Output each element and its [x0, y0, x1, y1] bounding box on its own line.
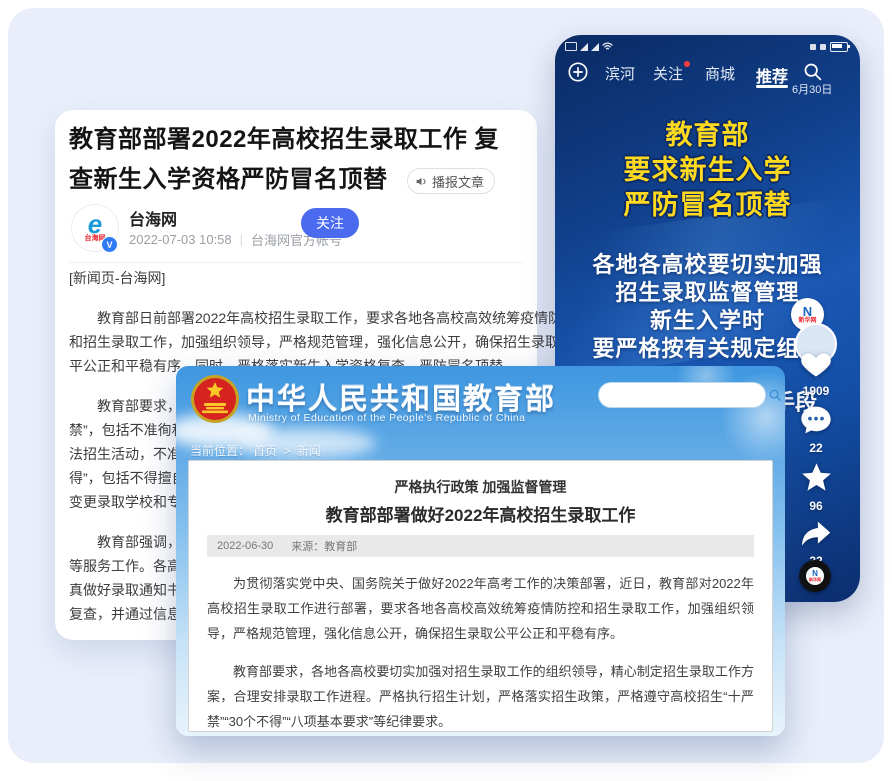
breadcrumb-label: 当前位置： — [190, 444, 250, 458]
gov-article-paragraph: 为贯彻落实党中央、国务院关于做好2022年高考工作的决策部署，近日，教育部对20… — [207, 571, 754, 646]
video-headline-line: 严防冒名顶替 — [555, 183, 860, 222]
article-line: 禁”，包括不准徇私 — [69, 418, 186, 442]
broadcast-label: 播报文章 — [432, 172, 484, 191]
divider — [69, 262, 523, 263]
publish-date: 2022-07-03 10:58 — [129, 232, 232, 247]
wifi-icon — [602, 42, 613, 51]
publisher-name[interactable]: 台海网 — [129, 206, 177, 230]
add-button[interactable] — [567, 61, 589, 88]
status-left-icons — [565, 42, 613, 51]
active-tab-underline — [756, 85, 788, 88]
top-navigation: 滨河 关注 商城 推荐 6月30日 — [555, 59, 860, 99]
tab-follow-label: 关注 — [653, 66, 683, 83]
speaker-icon — [415, 175, 428, 188]
video-headline-line: 教育部 — [555, 113, 860, 152]
action-rail: 1909 22 96 32 — [793, 347, 839, 575]
follow-button[interactable]: 关注 — [301, 208, 359, 238]
gov-article-title: 教育部部署做好2022年高校招生录取工作 — [189, 501, 772, 526]
meta-divider: | — [240, 232, 243, 247]
breadcrumb-home-link[interactable]: 首页 — [253, 444, 277, 458]
gov-article-date: 2022-06-30 — [217, 540, 273, 552]
favorite-button[interactable] — [793, 462, 839, 498]
gov-search-box[interactable] — [598, 382, 766, 408]
publisher-row: e 台海网 V 台海网 2022-07-03 10:58 | 台海网官方帐号 关… — [71, 204, 521, 256]
search-icon[interactable] — [802, 61, 823, 87]
tab-follow[interactable]: 关注 — [653, 63, 683, 84]
broadcast-article-button[interactable]: 播报文章 — [407, 168, 495, 194]
share-button[interactable] — [793, 520, 839, 553]
gov-search-input[interactable] — [609, 385, 768, 405]
signal-icon — [591, 43, 599, 51]
status-bar — [555, 39, 860, 55]
gov-article-box: 严格执行政策 加强监督管理 教育部部署做好2022年高校招生录取工作 2022-… — [188, 460, 773, 732]
gov-website-card: 中华人民共和国教育部 Ministry of Education of the … — [176, 366, 785, 736]
gov-site-subtitle: Ministry of Education of the People's Re… — [248, 412, 525, 424]
notification-dot — [684, 61, 690, 67]
gov-article-source: 来源：教育部 — [291, 538, 357, 554]
gov-article-meta-bar: 2022-06-30 来源：教育部 — [207, 535, 754, 557]
verified-badge: V — [101, 236, 118, 253]
article-line: 和招生录取工作，加强组织领导，严格规范管理，强化信息公开，确保招生录取公 — [69, 330, 573, 354]
video-headline-line: 要求新生入学 — [555, 148, 860, 187]
comment-count: 22 — [793, 441, 839, 455]
hd-icon — [565, 42, 577, 51]
national-emblem — [190, 374, 240, 424]
article-line: 得”，包括不得擅自 — [69, 466, 186, 490]
gov-article-paragraph: 教育部要求，各地各高校要切实加强对招生录取工作的组织领导，精心制定招生录取工作方… — [207, 659, 754, 732]
gov-article-kicker: 严格执行政策 加强监督管理 — [189, 477, 772, 497]
xinhua-disc-logo: N 新华网 — [806, 567, 824, 585]
publisher-disc-avatar[interactable]: N 新华网 — [799, 560, 831, 592]
bluetooth-icon — [820, 44, 826, 50]
status-right-icons — [810, 42, 848, 52]
screenshot-collage: 教育部部署2022年高校招生录取工作 复查新生入学资格严防冒名顶替 播报文章 e… — [0, 0, 892, 781]
favorite-count: 96 — [793, 499, 839, 513]
signal-icon — [580, 43, 588, 51]
tab-recommend[interactable]: 推荐 — [756, 63, 788, 87]
comment-button[interactable] — [793, 405, 839, 440]
breadcrumb: 当前位置：首页 > 新闻 — [190, 442, 324, 459]
search-icon[interactable] — [768, 388, 782, 402]
like-button[interactable] — [793, 347, 839, 383]
battery-icon — [830, 42, 848, 52]
nfc-icon — [810, 44, 816, 50]
taihai-logo-glyph: e — [88, 213, 102, 235]
xinhua-initial: N — [803, 305, 812, 318]
xinhua-name: 新华网 — [809, 578, 821, 582]
tab-binhe[interactable]: 滨河 — [605, 63, 635, 84]
article-tagline: [新闻页-台海网] — [69, 266, 165, 290]
breadcrumb-section-link[interactable]: 新闻 — [297, 444, 321, 458]
article-line: 教育部日前部署2022年高校招生录取工作，要求各地各高校高效统筹疫情防控 — [69, 306, 576, 330]
breadcrumb-separator: > — [283, 444, 290, 458]
like-count: 1909 — [793, 384, 839, 398]
tab-mall[interactable]: 商城 — [705, 63, 735, 84]
